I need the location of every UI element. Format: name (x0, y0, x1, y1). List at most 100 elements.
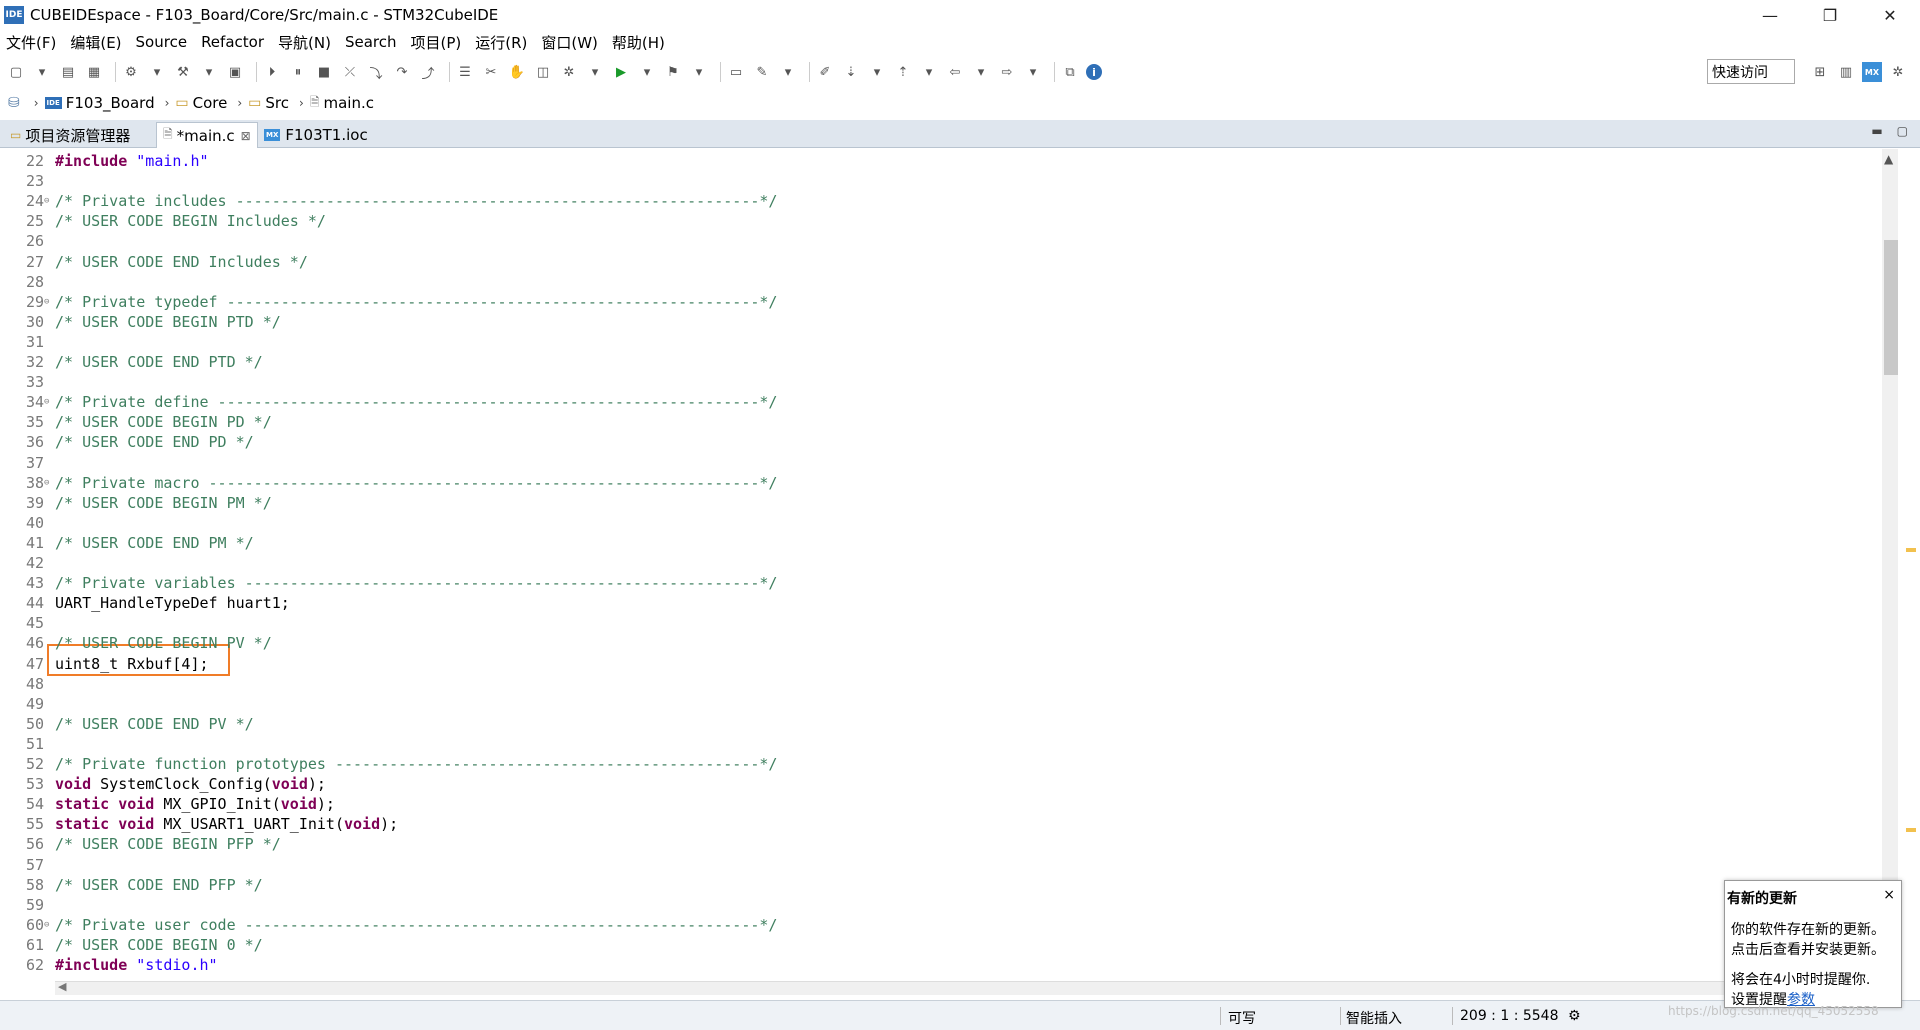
dropdown-arrow-icon[interactable]: ▾ (778, 62, 798, 82)
menu-file[interactable]: 文件(F) (6, 32, 56, 53)
code-line[interactable]: 52 /* Private function prototypes -------… (0, 754, 1880, 774)
breadcrumb-core[interactable]: ▭ Core (175, 94, 227, 112)
fold-toggle-icon[interactable]: ⊖ (44, 392, 54, 412)
breadcrumb-file[interactable]: 🗎 main.c (310, 93, 374, 114)
open-folder-icon[interactable]: ▭ (726, 62, 746, 82)
step-over-icon[interactable]: ↷ (392, 62, 412, 82)
prev-annotation-icon[interactable]: ⇡ (893, 62, 913, 82)
code-line[interactable]: 53 void SystemClock_Config(void); (0, 774, 1880, 794)
scroll-left-arrow-icon[interactable]: ◀ (58, 980, 66, 993)
run-icon[interactable]: ▶ (611, 62, 631, 82)
code-line[interactable]: 37 (0, 453, 1880, 473)
settings-icon[interactable]: ⚙ (121, 62, 141, 82)
menu-project[interactable]: 项目(P) (410, 32, 461, 53)
forward-icon[interactable]: ⇨ (997, 62, 1017, 82)
code-line[interactable]: 24 ⊖/* Private includes -----------------… (0, 191, 1880, 211)
dropdown-arrow-icon[interactable]: ▾ (585, 62, 605, 82)
code-line[interactable]: 50 /* USER CODE END PV */ (0, 714, 1880, 734)
back-icon[interactable]: ⇦ (945, 62, 965, 82)
menu-source[interactable]: Source (136, 33, 188, 51)
dropdown-arrow-icon[interactable]: ▾ (689, 62, 709, 82)
code-line[interactable]: 60 ⊖/* Private user code ----------------… (0, 915, 1880, 935)
code-line[interactable]: 27 /* USER CODE END Includes */ (0, 252, 1880, 272)
save-all-icon[interactable]: ▦ (84, 62, 104, 82)
code-line[interactable]: 51 (0, 734, 1880, 754)
dropdown-arrow-icon[interactable]: ▾ (919, 62, 939, 82)
code-line[interactable]: 22 #include "main.h" (0, 151, 1880, 171)
code-line[interactable]: 29 ⊖/* Private typedef ------------------… (0, 292, 1880, 312)
scroll-up-arrow-icon[interactable]: ▲ (1884, 152, 1893, 166)
breadcrumb-root-icon[interactable]: ⛁ (8, 95, 24, 111)
debug-icon[interactable]: ✲ (559, 62, 579, 82)
code-line[interactable]: 62 #include "stdio.h" (0, 955, 1880, 975)
code-line[interactable]: 34 ⊖/* Private define -------------------… (0, 392, 1880, 412)
code-line[interactable]: 49 (0, 694, 1880, 714)
code-line[interactable]: 41 /* USER CODE END PM */ (0, 533, 1880, 553)
code-line[interactable]: 31 (0, 332, 1880, 352)
code-line[interactable]: 32 /* USER CODE END PTD */ (0, 352, 1880, 372)
dropdown-arrow-icon[interactable]: ▾ (637, 62, 657, 82)
target-icon[interactable]: ◫ (533, 62, 553, 82)
suspend-icon[interactable]: ⏸ (288, 62, 308, 82)
menu-edit[interactable]: 编辑(E) (70, 32, 121, 53)
code-line[interactable]: 57 (0, 855, 1880, 875)
code-line[interactable]: 33 (0, 372, 1880, 392)
code-line[interactable]: 55 static void MX_USART1_UART_Init(void); (0, 814, 1880, 834)
code-line[interactable]: 38 ⊖/* Private macro --------------------… (0, 473, 1880, 493)
c-cpp-perspective-icon[interactable]: ▥ (1836, 62, 1856, 82)
toggle-icon[interactable]: ✂ (481, 62, 501, 82)
new-icon[interactable]: ▢ (6, 62, 26, 82)
popup-message-2[interactable]: 点击后查看并安装更新。 (1731, 939, 1885, 959)
external-tools-icon[interactable]: ⚑ (663, 62, 683, 82)
status-settings-icon[interactable]: ⚙ (1568, 1008, 1581, 1024)
close-button[interactable]: ✕ (1860, 0, 1920, 30)
dropdown-arrow-icon[interactable]: ▾ (199, 62, 219, 82)
code-line[interactable]: 23 (0, 171, 1880, 191)
close-tab-icon[interactable]: ⊠ (241, 129, 251, 143)
breadcrumb-src[interactable]: ▭ Src (248, 94, 289, 112)
mx-perspective-icon[interactable]: MX (1862, 62, 1882, 82)
fold-toggle-icon[interactable]: ⊖ (44, 473, 54, 493)
minimize-button[interactable]: — (1740, 0, 1800, 30)
code-line[interactable]: 61 /* USER CODE BEGIN 0 */ (0, 935, 1880, 955)
highlight-icon[interactable]: ✐ (815, 62, 835, 82)
code-line[interactable]: 30 /* USER CODE BEGIN PTD */ (0, 312, 1880, 332)
menu-window[interactable]: 窗口(W) (541, 32, 598, 53)
code-line[interactable]: 48 (0, 674, 1880, 694)
align-icon[interactable]: ☰ (455, 62, 475, 82)
fold-toggle-icon[interactable]: ⊖ (44, 915, 54, 935)
code-line[interactable]: 44 UART_HandleTypeDef huart1; (0, 593, 1880, 613)
code-line[interactable]: 54 static void MX_GPIO_Init(void); (0, 794, 1880, 814)
dropdown-arrow-icon[interactable]: ▾ (147, 62, 167, 82)
hand-icon[interactable]: ✋ (507, 62, 527, 82)
pen-icon[interactable]: ✎ (752, 62, 772, 82)
code-line[interactable]: 43 /* Private variables -----------------… (0, 573, 1880, 593)
code-line[interactable]: 25 /* USER CODE BEGIN Includes */ (0, 211, 1880, 231)
pin-editor-icon[interactable]: ⧉ (1060, 62, 1080, 82)
dropdown-arrow-icon[interactable]: ▾ (867, 62, 887, 82)
tab-ioc[interactable]: MX F103T1.ioc (258, 122, 374, 148)
fold-toggle-icon[interactable]: ⊖ (44, 292, 54, 312)
tab-main-c[interactable]: 🗎 *main.c ⊠ (156, 122, 258, 148)
code-line[interactable]: 46 /* USER CODE BEGIN PV */ (0, 633, 1880, 653)
overview-marker[interactable] (1906, 548, 1916, 552)
code-line[interactable]: 39 /* USER CODE BEGIN PM */ (0, 493, 1880, 513)
debug-perspective-icon[interactable]: ✲ (1888, 62, 1908, 82)
fold-toggle-icon[interactable]: ⊖ (44, 191, 54, 211)
close-icon[interactable]: × (1883, 887, 1895, 903)
code-line[interactable]: 35 /* USER CODE BEGIN PD */ (0, 412, 1880, 432)
quick-access-input[interactable] (1707, 59, 1795, 84)
code-line[interactable]: 42 (0, 553, 1880, 573)
menu-search[interactable]: Search (345, 33, 397, 51)
code-line[interactable]: 40 (0, 513, 1880, 533)
resume-icon[interactable]: ⏵ (262, 62, 282, 82)
code-line[interactable]: 26 (0, 231, 1880, 251)
dropdown-arrow-icon[interactable]: ▾ (1023, 62, 1043, 82)
binary-icon[interactable]: ▣ (225, 62, 245, 82)
overview-marker[interactable] (1906, 828, 1916, 832)
menu-navigate[interactable]: 导航(N) (278, 32, 331, 53)
open-perspective-icon[interactable]: ⊞ (1810, 62, 1830, 82)
code-line[interactable]: 58 /* USER CODE END PFP */ (0, 875, 1880, 895)
menu-run[interactable]: 运行(R) (475, 32, 527, 53)
terminate-icon[interactable]: ■ (314, 62, 334, 82)
